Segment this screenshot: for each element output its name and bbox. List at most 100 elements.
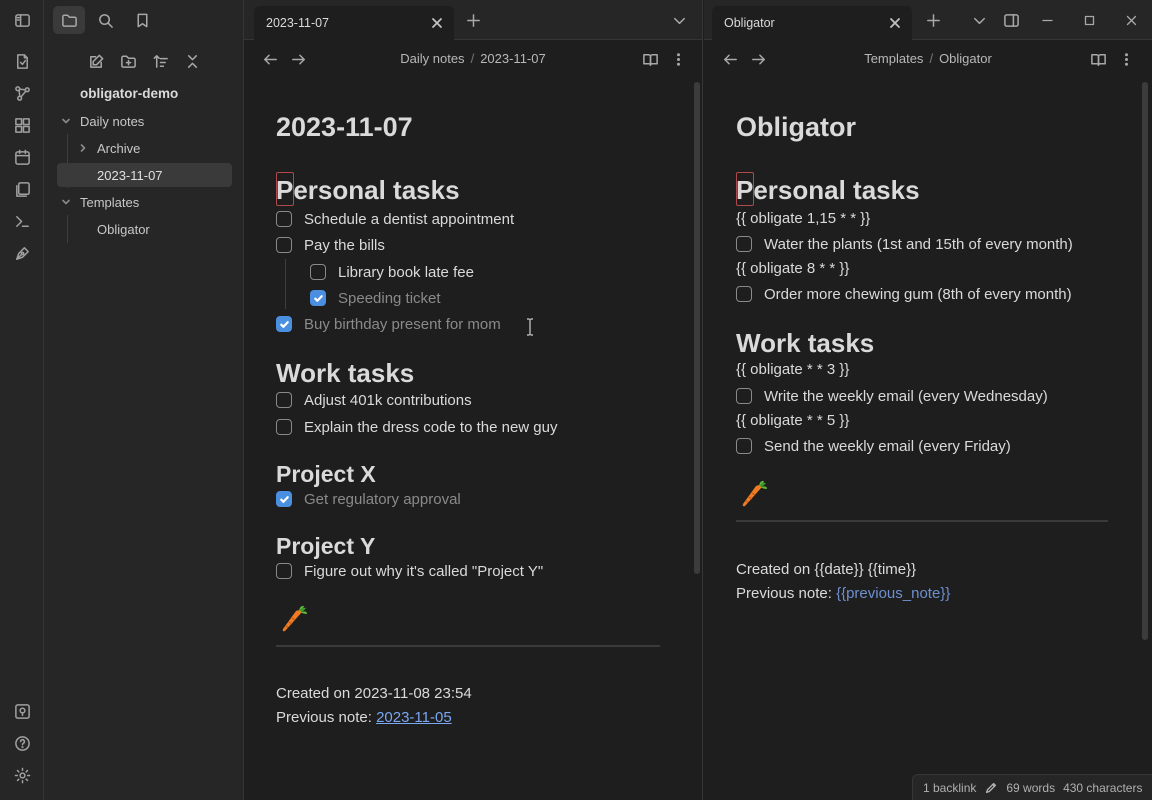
new-tab-plus-icon[interactable] [461, 8, 485, 32]
close-icon[interactable] [886, 14, 904, 32]
scrollbar[interactable] [1142, 82, 1148, 640]
bookmark-icon [136, 13, 148, 27]
terminal-icon[interactable] [8, 207, 36, 235]
previous-note-label: Previous note: [276, 709, 377, 726]
obligate-directive[interactable]: {{ obligate 1,15 * * }} [736, 208, 870, 230]
new-note-button[interactable] [82, 48, 110, 74]
breadcrumb-folder[interactable]: Templates [864, 51, 923, 66]
task-checkbox[interactable] [736, 388, 752, 404]
close-window-icon[interactable] [1119, 8, 1143, 32]
obligate-directive[interactable]: {{ obligate * * 5 }} [736, 410, 849, 432]
task-checkbox[interactable] [276, 211, 292, 227]
files-tab[interactable] [53, 6, 85, 34]
task-checkbox-checked[interactable] [276, 491, 292, 507]
task-item[interactable]: Figure out why it's called "Project Y" [276, 560, 543, 582]
backlink-count[interactable]: 1 backlink [923, 781, 976, 795]
tab-obligator[interactable]: Obligator [712, 6, 912, 40]
previous-note-link[interactable]: 2023-11-05 [376, 709, 452, 726]
toggle-right-sidebar-icon[interactable] [999, 8, 1023, 32]
breadcrumb-file[interactable]: Obligator [939, 51, 992, 66]
tab-list-chevron-down-icon[interactable] [667, 8, 691, 32]
search-icon [98, 13, 113, 28]
task-item[interactable]: Write the weekly email (every Wednesday) [736, 385, 1048, 407]
previous-note-line[interactable]: Previous note: {{previous_note}} [736, 583, 950, 605]
task-item[interactable]: Send the weekly email (every Friday) [736, 435, 1011, 457]
reading-view-book-icon[interactable] [1086, 48, 1110, 70]
task-item[interactable]: Buy birthday present for mom [276, 313, 501, 335]
tree-file-obligator[interactable]: Obligator [77, 217, 232, 241]
task-item[interactable]: Get regulatory approval [276, 488, 461, 510]
task-checkbox[interactable] [310, 264, 326, 280]
task-item[interactable]: Schedule a dentist appointment [276, 208, 514, 230]
task-text: Buy birthday present for mom [304, 315, 501, 333]
heading-personal-tasks[interactable]: Personal tasks [276, 175, 460, 205]
task-checkbox[interactable] [736, 286, 752, 302]
more-options-icon[interactable] [666, 48, 690, 70]
heading-work-tasks[interactable]: Work tasks [276, 358, 414, 388]
heading-personal-tasks[interactable]: Personal tasks [736, 175, 920, 205]
created-on-line[interactable]: Created on 2023-11-08 23:54 [276, 683, 472, 705]
task-checkbox[interactable] [276, 237, 292, 253]
reading-view-book-icon[interactable] [638, 48, 662, 70]
editor-pane-left: 2023-11-07 Daily notes/2023-11-07 2023-1… [244, 0, 703, 800]
help-icon[interactable] [8, 729, 36, 757]
tree-folder-daily-notes[interactable]: Daily notes [60, 109, 232, 133]
heading-project-y[interactable]: Project Y [276, 532, 375, 560]
heading-work-tasks[interactable]: Work tasks [736, 328, 874, 358]
open-vault-icon[interactable] [8, 697, 36, 725]
minimize-window-icon[interactable] [1035, 8, 1059, 32]
bookmarks-tab[interactable] [126, 6, 158, 34]
breadcrumb-folder[interactable]: Daily notes [400, 51, 464, 66]
task-text: Explain the dress code to the new guy [304, 418, 558, 436]
note-title[interactable]: 2023-11-07 [276, 110, 413, 144]
tree-folder-archive[interactable]: Archive [77, 136, 232, 160]
toggle-sidebar-icon[interactable] [8, 6, 36, 34]
edit-mode-pencil-icon[interactable] [984, 781, 998, 795]
breadcrumb-file[interactable]: 2023-11-07 [480, 51, 546, 66]
calendar-icon[interactable] [8, 143, 36, 171]
tree-file-2023-11-07[interactable]: 2023-11-07 [57, 163, 232, 187]
open-quick-switcher-icon[interactable] [8, 47, 36, 75]
task-item[interactable]: Adjust 401k contributions [276, 389, 472, 411]
task-item[interactable]: Explain the dress code to the new guy [276, 416, 558, 438]
tree-folder-templates[interactable]: Templates [60, 190, 232, 214]
view-header: Templates / Obligator [704, 40, 1152, 78]
heading-project-x[interactable]: Project X [276, 460, 376, 488]
search-tab[interactable] [89, 6, 121, 34]
task-checkbox[interactable] [736, 236, 752, 252]
task-item[interactable]: Pay the bills [276, 234, 385, 256]
tab-bar: Obligator [704, 0, 1152, 40]
close-icon[interactable] [428, 14, 446, 32]
canvas-icon[interactable] [8, 111, 36, 139]
pen-tool-icon[interactable] [8, 239, 36, 267]
task-checkbox[interactable] [276, 563, 292, 579]
collapse-all-button[interactable] [178, 48, 206, 74]
tab-list-chevron-down-icon[interactable] [967, 8, 991, 32]
task-item[interactable]: Water the plants (1st and 15th of every … [736, 233, 1073, 255]
task-checkbox[interactable] [276, 419, 292, 435]
graph-view-icon[interactable] [8, 79, 36, 107]
task-checkbox-checked[interactable] [276, 316, 292, 332]
scrollbar[interactable] [694, 82, 700, 574]
task-checkbox[interactable] [736, 438, 752, 454]
task-item[interactable]: Order more chewing gum (8th of every mon… [736, 283, 1072, 305]
vault-name[interactable]: obligator-demo [80, 86, 178, 101]
maximize-window-icon[interactable] [1077, 8, 1101, 32]
change-sort-order-button[interactable] [146, 48, 174, 74]
note-title[interactable]: Obligator [736, 110, 856, 144]
task-checkbox[interactable] [276, 392, 292, 408]
new-folder-button[interactable] [114, 48, 142, 74]
task-item[interactable]: Library book late fee [310, 261, 474, 283]
created-on-line[interactable]: Created on {{date}} {{time}} [736, 559, 916, 581]
obligate-directive[interactable]: {{ obligate * * 3 }} [736, 359, 849, 381]
obligate-directive[interactable]: {{ obligate 8 * * }} [736, 258, 849, 280]
templates-icon[interactable] [8, 175, 36, 203]
task-checkbox-checked[interactable] [310, 290, 326, 306]
new-tab-plus-icon[interactable] [921, 8, 945, 32]
tab-2023-11-07[interactable]: 2023-11-07 [254, 6, 454, 40]
settings-gear-icon[interactable] [8, 761, 36, 789]
previous-note-placeholder[interactable]: {{previous_note}} [836, 585, 950, 602]
previous-note-line[interactable]: Previous note: 2023-11-05 [276, 707, 452, 729]
task-item[interactable]: Speeding ticket [310, 287, 441, 309]
more-options-icon[interactable] [1114, 48, 1138, 70]
